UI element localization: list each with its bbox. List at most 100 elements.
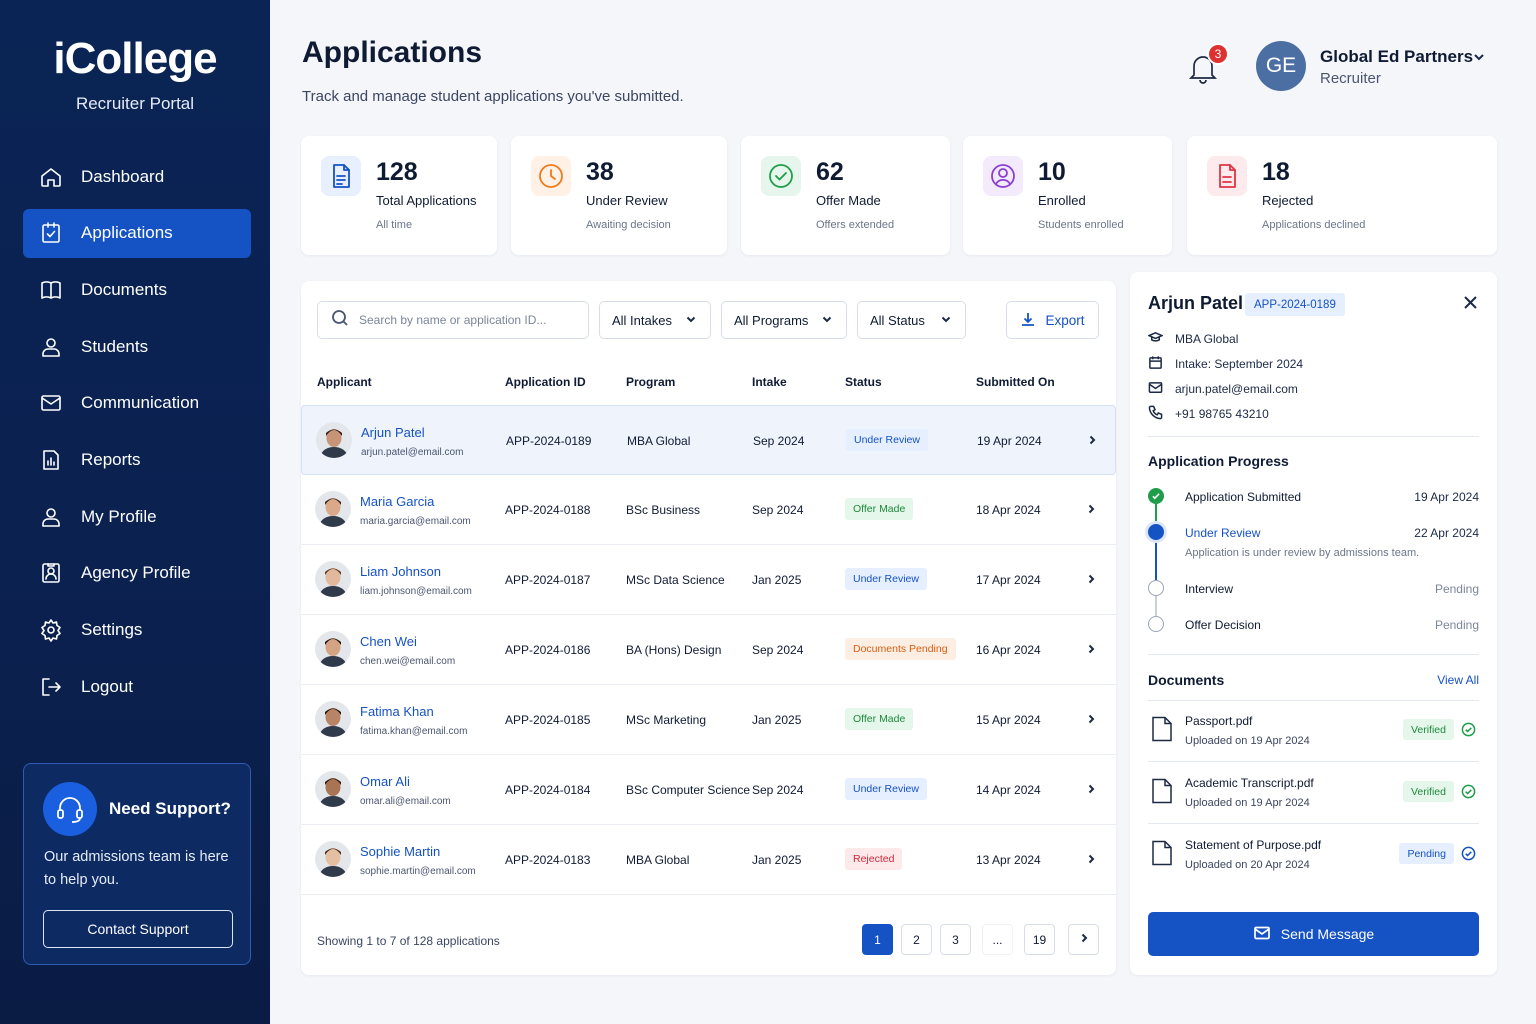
sidebar-item-my-profile[interactable]: My Profile: [23, 492, 251, 541]
pending-step-dot: [1148, 616, 1164, 632]
detail-intake: Intake: September 2024: [1148, 355, 1303, 373]
column-header-application-id[interactable]: Application ID: [505, 375, 586, 389]
table-row[interactable]: Fatima Khan fatima.khan@email.com APP-2024…: [301, 685, 1116, 755]
page-button-1[interactable]: 1: [862, 924, 893, 955]
program-filter-dropdown[interactable]: All Programs: [721, 301, 847, 339]
chevron-down-icon: [685, 313, 697, 328]
applicant-name[interactable]: Arjun Patel: [361, 425, 425, 440]
chevron-down-icon: [940, 313, 952, 328]
next-page-button[interactable]: [1068, 924, 1099, 955]
applicant-email: fatima.khan@email.com: [360, 726, 468, 737]
applicant-email: liam.johnson@email.com: [360, 586, 472, 597]
chevron-down-icon[interactable]: [1472, 50, 1486, 64]
page-button-2[interactable]: 2: [901, 924, 932, 955]
stat-card-under-review: 38 Under Review Awaiting decision: [511, 136, 727, 255]
export-button[interactable]: Export: [1006, 301, 1099, 339]
column-header-status[interactable]: Status: [845, 375, 882, 389]
table-row[interactable]: Omar Ali omar.ali@email.com APP-2024-0184 B…: [301, 755, 1116, 825]
timeline-connector: [1155, 596, 1157, 616]
status-badge: Under Review: [845, 568, 927, 590]
search-input[interactable]: [359, 313, 579, 327]
table-row[interactable]: Maria Garcia maria.garcia@email.com APP-20…: [301, 475, 1116, 545]
sidebar-item-label: Reports: [81, 449, 141, 469]
sidebar-item-applications[interactable]: Applications: [23, 208, 251, 258]
intake: Sep 2024: [752, 643, 804, 657]
sidebar-item-reports[interactable]: Reports: [23, 435, 251, 484]
document-upload-date: Uploaded on 19 Apr 2024: [1185, 735, 1310, 747]
document-name[interactable]: Passport.pdf: [1185, 714, 1252, 728]
stat-value: 38: [586, 158, 614, 186]
stat-subtext: All time: [376, 219, 413, 231]
submitted-on: 16 Apr 2024: [976, 643, 1041, 657]
table-row[interactable]: Liam Johnson liam.johnson@email.com APP-20…: [301, 545, 1116, 615]
contact-support-button[interactable]: Contact Support: [43, 910, 233, 948]
table-row[interactable]: Arjun Patel arjun.patel@email.com APP-2024…: [301, 405, 1116, 475]
column-header-intake[interactable]: Intake: [752, 375, 787, 389]
sidebar-item-agency-profile[interactable]: Agency Profile: [23, 549, 251, 598]
view-all-documents-link[interactable]: View All: [1437, 673, 1479, 687]
stat-label: Rejected: [1262, 193, 1314, 208]
document-name[interactable]: Academic Transcript.pdf: [1185, 776, 1314, 790]
chevron-right-icon[interactable]: [1085, 783, 1097, 795]
stat-label: Offer Made: [816, 193, 881, 208]
sidebar-item-students[interactable]: Students: [23, 322, 251, 371]
document-item[interactable]: Passport.pdf Uploaded on 19 Apr 2024 Verif…: [1148, 700, 1479, 762]
program: MSc Data Science: [626, 573, 725, 587]
page-button-3[interactable]: 3: [940, 924, 971, 955]
column-header-submitted-on[interactable]: Submitted On: [976, 375, 1055, 389]
document-name[interactable]: Statement of Purpose.pdf: [1185, 838, 1321, 852]
clock-icon: [531, 156, 571, 196]
chevron-right-icon[interactable]: [1086, 434, 1098, 446]
status-filter-dropdown[interactable]: All Status: [857, 301, 966, 339]
sidebar-item-label: Settings: [81, 620, 143, 639]
applicant-email: sophie.martin@email.com: [360, 866, 476, 877]
column-header-program[interactable]: Program: [626, 375, 675, 389]
chevron-right-icon[interactable]: [1085, 643, 1097, 655]
sidebar-item-documents[interactable]: Documents: [23, 265, 251, 314]
applicant-name[interactable]: Chen Wei: [360, 634, 417, 649]
stat-value: 10: [1038, 158, 1066, 186]
user-name[interactable]: Global Ed Partners: [1320, 47, 1473, 67]
sidebar-item-label: Logout: [81, 676, 133, 696]
detail-phone-text[interactable]: +91 98765 43210: [1175, 407, 1269, 421]
sidebar-item-dashboard[interactable]: Dashboard: [23, 152, 251, 201]
sidebar-item-settings[interactable]: Settings: [23, 606, 251, 655]
avatar[interactable]: GE: [1256, 41, 1306, 91]
detail-email-text[interactable]: arjun.patel@email.com: [1175, 382, 1298, 396]
detail-program: MBA Global: [1147, 330, 1239, 348]
chevron-right-icon[interactable]: [1085, 853, 1097, 865]
submitted-on: 13 Apr 2024: [976, 853, 1041, 867]
timeline-step-label: Offer Decision: [1185, 618, 1261, 632]
timeline-step-label: Application Submitted: [1185, 490, 1302, 504]
document-item[interactable]: Academic Transcript.pdf Uploaded on 19 Ap…: [1148, 762, 1479, 824]
logout-icon: [38, 674, 64, 700]
support-card: Need Support? Our admissions team is her…: [23, 763, 251, 965]
sidebar-item-label: Agency Profile: [81, 563, 191, 583]
close-icon[interactable]: [1463, 295, 1478, 310]
detail-program-text: MBA Global: [1175, 332, 1239, 346]
program: MBA Global: [626, 853, 690, 867]
timeline-step-status: Pending: [1434, 618, 1479, 632]
mail-icon: [1253, 924, 1281, 945]
applicant-name[interactable]: Omar Ali: [360, 774, 410, 789]
chevron-right-icon[interactable]: [1085, 713, 1097, 725]
applicant-name[interactable]: Fatima Khan: [360, 704, 434, 719]
application-id: APP-2024-0186: [505, 643, 591, 657]
page-button-19[interactable]: 19: [1024, 924, 1055, 955]
applicant-name[interactable]: Sophie Martin: [360, 844, 440, 859]
table-row[interactable]: Sophie Martin sophie.martin@email.com APP-…: [301, 825, 1116, 895]
chevron-right-icon[interactable]: [1085, 503, 1097, 515]
chevron-right-icon[interactable]: [1085, 573, 1097, 585]
sidebar-item-logout[interactable]: Logout: [23, 662, 251, 711]
table-row[interactable]: Chen Wei chen.wei@email.com APP-2024-0186 B…: [301, 615, 1116, 685]
applicant-name[interactable]: Liam Johnson: [360, 564, 441, 579]
applicant-email: omar.ali@email.com: [360, 796, 451, 807]
send-message-button[interactable]: Send Message: [1148, 912, 1479, 956]
intake-filter-dropdown[interactable]: All Intakes: [599, 301, 711, 339]
progress-title: Application Progress: [1148, 453, 1289, 469]
column-header-applicant[interactable]: Applicant: [317, 375, 372, 389]
applicant-name[interactable]: Maria Garcia: [360, 494, 434, 509]
sidebar-item-communication[interactable]: Communication: [23, 379, 251, 428]
search-box[interactable]: [317, 301, 589, 339]
document-item[interactable]: Statement of Purpose.pdf Uploaded on 20 A…: [1148, 824, 1479, 886]
